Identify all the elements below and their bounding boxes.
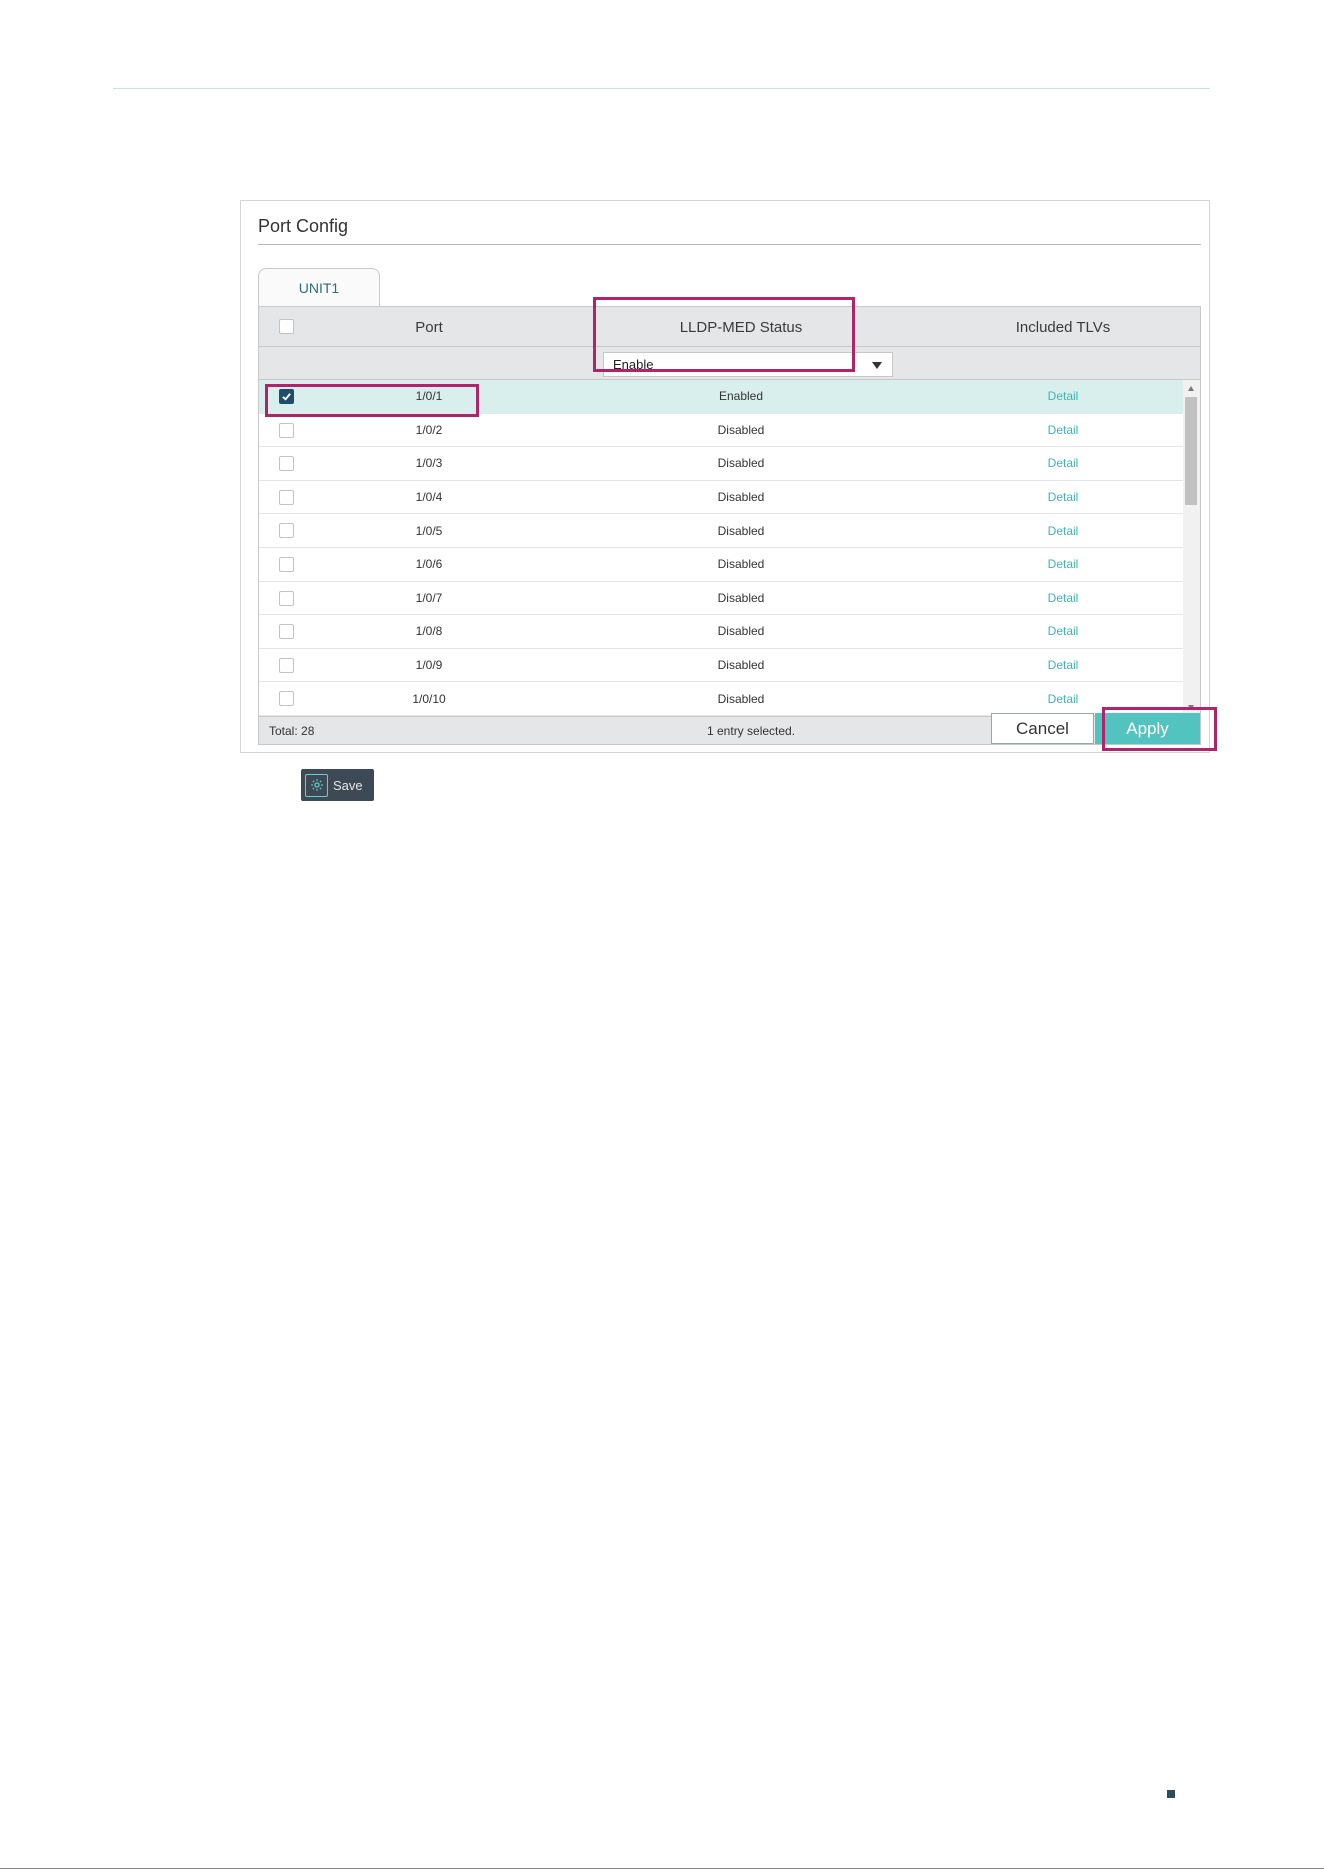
highlight-status-column [593,297,855,372]
detail-link[interactable]: Detail [943,481,1183,514]
detail-link[interactable]: Detail [943,447,1183,480]
save-label: Save [333,777,363,793]
cell-port: 1/0/3 [415,456,443,471]
table-row[interactable]: 1/0/5 Disabled Detail [259,514,1183,548]
chevron-down-icon [872,362,882,369]
scroll-up-arrow-icon[interactable] [1188,386,1194,391]
tab-unit1[interactable]: UNIT1 [258,268,380,307]
scrollbar-thumb[interactable] [1185,397,1197,505]
cell-port: 1/0/8 [415,624,443,639]
selection-info: 1 entry selected. [707,724,796,738]
detail-link[interactable]: Detail [943,380,1183,413]
port-config-panel: Port Config UNIT1 Port LLDP-MED Status I… [240,200,1217,753]
top-divider [113,88,1210,89]
cell-port: 1/0/6 [415,557,443,572]
detail-link[interactable]: Detail [943,615,1183,648]
detail-link[interactable]: Detail [943,649,1183,682]
row-checkbox[interactable] [279,456,294,472]
table-row[interactable]: 1/0/9 Disabled Detail [259,648,1183,683]
table-row[interactable]: 1/0/8 Disabled Detail [259,615,1183,649]
save-button[interactable]: Save [301,769,374,801]
cell-port: 1/0/4 [415,490,443,505]
cell-status: Disabled [717,590,765,605]
column-header-included-tlvs[interactable]: Included TLVs [943,307,1183,347]
scrollbar[interactable] [1183,380,1200,716]
cell-port: 1/0/9 [415,658,443,673]
highlight-port-1-0-1 [265,384,479,417]
cell-port: 1/0/7 [415,590,443,605]
detail-link[interactable]: Detail [943,414,1183,447]
bottom-divider [0,1868,1324,1869]
cancel-button[interactable]: Cancel [991,713,1094,744]
cell-status: Disabled [717,557,765,572]
page: Port Config UNIT1 Port LLDP-MED Status I… [0,0,1324,1872]
detail-link[interactable]: Detail [943,548,1183,581]
cell-status: Disabled [717,523,765,538]
row-checkbox[interactable] [279,523,294,539]
table-row[interactable]: 1/0/10 Disabled Detail [259,682,1183,716]
highlight-apply-button [1102,707,1217,751]
row-checkbox[interactable] [279,489,294,505]
cell-status: Enabled [718,389,764,404]
column-header-port[interactable]: Port [319,307,539,347]
table-row[interactable]: 1/0/7 Disabled Detail [259,581,1183,616]
title-divider [258,244,1201,245]
row-checkbox[interactable] [279,557,294,572]
cell-status: Disabled [717,691,765,706]
cell-port: 1/0/10 [412,691,446,706]
detail-link[interactable]: Detail [943,514,1183,547]
table-row[interactable]: 1/0/4 Disabled Detail [259,480,1183,515]
cell-status: Disabled [717,490,765,505]
row-checkbox[interactable] [279,624,294,640]
row-checkbox[interactable] [279,657,294,673]
cell-port: 1/0/2 [415,422,443,437]
cell-status: Disabled [717,624,765,639]
gear-icon [305,773,328,797]
panel-title: Port Config [258,216,349,236]
table-body: 1/0/10 Disabled Detail 1/0/9 Disabled Detail 1… [259,380,1200,716]
row-checkbox[interactable] [279,691,294,707]
row-checkbox[interactable] [279,590,294,606]
table-row[interactable]: 1/0/3 Disabled Detail [259,447,1183,481]
cell-status: Disabled [717,422,765,437]
detail-link[interactable]: Detail [943,582,1183,615]
select-all-checkbox[interactable] [279,319,294,334]
page-marker [1167,1790,1175,1798]
table-row[interactable]: 1/0/2 Disabled Detail [259,413,1183,448]
cell-port: 1/0/5 [415,523,443,538]
cell-status: Disabled [717,456,765,471]
row-checkbox[interactable] [279,422,294,438]
table-row[interactable]: 1/0/6 Disabled Detail [259,548,1183,582]
total-count: Total: 28 [269,724,315,738]
cell-status: Disabled [717,658,765,673]
